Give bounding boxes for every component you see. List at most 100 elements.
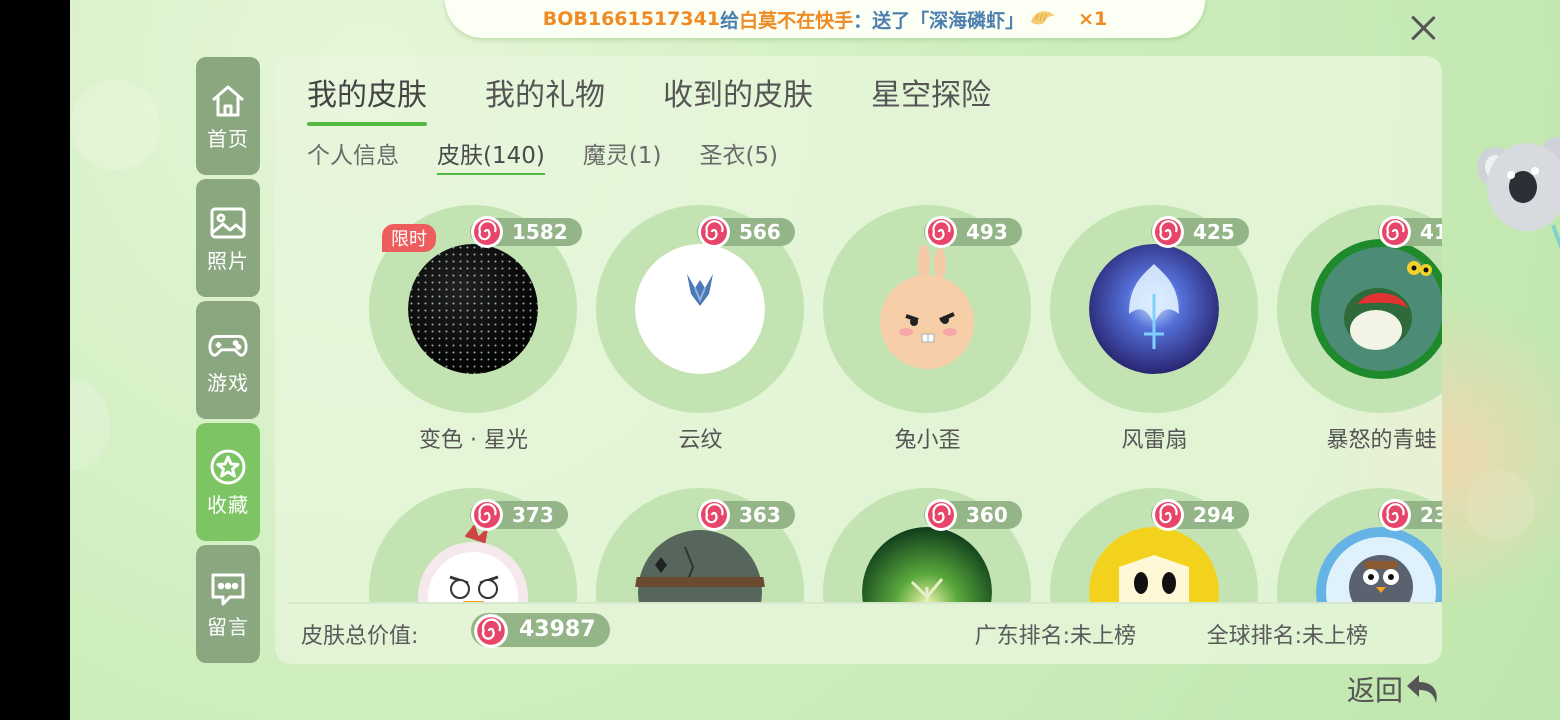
price-pill: 411: [1378, 216, 1442, 248]
sidebar-item-label: 收藏: [207, 492, 249, 517]
skin-name: 云纹: [678, 428, 723, 453]
candy-icon: [1152, 499, 1184, 531]
price-value: 294: [1193, 503, 1235, 527]
tab-starry-adventure[interactable]: 星空探险: [871, 70, 991, 122]
skin-card[interactable]: 232: [1268, 479, 1442, 602]
subtab-skins[interactable]: 皮肤(140): [437, 136, 545, 175]
tab-my-skins[interactable]: 我的皮肤: [307, 70, 427, 126]
home-icon: [208, 81, 248, 121]
bokeh-decoration: [70, 80, 160, 170]
screen: BOB1661517341 给 白莫不在快手 ：送了 「深海磷虾」 ×1 首页 …: [70, 0, 1560, 720]
price-value: 232: [1420, 503, 1442, 527]
global-rank: 全球排名:未上榜: [1206, 624, 1368, 649]
total-value: 43987: [519, 617, 596, 642]
price-value: 363: [739, 503, 781, 527]
candy-icon: [471, 499, 503, 531]
price-pill: 566: [697, 216, 795, 248]
skin-art-cloud: [635, 244, 765, 374]
banner-gift: 「深海磷虾」: [910, 9, 1025, 32]
tab-received-skins[interactable]: 收到的皮肤: [663, 70, 813, 122]
star-icon: [208, 447, 248, 487]
banner-verb: 给: [720, 9, 740, 32]
bokeh-decoration: [70, 380, 110, 470]
price-pill: 363: [697, 499, 795, 531]
shrimp-icon: [1028, 6, 1058, 33]
skin-art-starlight: [408, 244, 538, 374]
tab-my-gifts[interactable]: 我的礼物: [485, 70, 605, 122]
price-value: 360: [966, 503, 1008, 527]
price-pill: 425: [1151, 216, 1249, 248]
candy-icon: [925, 216, 957, 248]
sidebar-item-photos[interactable]: 照片: [196, 179, 260, 297]
price-value: 566: [739, 220, 781, 244]
main-tabs: 我的皮肤 我的礼物 收到的皮肤 星空探险: [307, 70, 1049, 126]
skin-art-fan: [1089, 244, 1219, 374]
candy-icon: [474, 614, 508, 648]
close-icon[interactable]: [1405, 10, 1441, 46]
skin-card[interactable]: 566 云纹: [587, 196, 814, 456]
subtab-armor[interactable]: 圣衣(5): [699, 136, 778, 173]
skin-card[interactable]: 411 暴怒的青蛙: [1268, 196, 1442, 456]
back-button[interactable]: 返回: [1347, 669, 1443, 709]
subtab-spirits[interactable]: 魔灵(1): [583, 136, 662, 173]
price-pill: 294: [1151, 499, 1249, 531]
sidebar-item-favorites[interactable]: 收藏: [196, 423, 260, 541]
banner-text: ：送了: [853, 9, 911, 32]
skin-card[interactable]: 363: [587, 479, 814, 602]
subtab-profile[interactable]: 个人信息: [307, 136, 399, 173]
banner-count: ×1: [1078, 8, 1108, 30]
price-pill: 493: [924, 216, 1022, 248]
banner-sender: BOB1661517341: [542, 8, 721, 30]
skin-art-bunny: [862, 244, 992, 374]
price-value: 411: [1420, 220, 1442, 244]
candy-icon: [925, 499, 957, 531]
message-icon: [208, 569, 248, 609]
price-pill: 373: [470, 499, 568, 531]
skin-panel: 我的皮肤 我的礼物 收到的皮肤 星空探险 个人信息 皮肤(140) 魔灵(1) …: [275, 56, 1442, 664]
candy-icon: [698, 216, 730, 248]
sidebar-item-home[interactable]: 首页: [196, 57, 260, 175]
sidebar-item-label: 首页: [207, 126, 249, 151]
koala-mascot-icon: [1477, 137, 1560, 248]
skin-name: 风雷扇: [1121, 428, 1188, 453]
banner-target: 白莫不在快手: [739, 9, 854, 32]
skin-card[interactable]: 294: [1041, 479, 1268, 602]
skin-grid: 1582 限时 变色 · 星光 566 云纹 493 兔小歪 425 风雷扇 4…: [275, 196, 1442, 602]
price-pill: 360: [924, 499, 1022, 531]
price-value: 373: [512, 503, 554, 527]
skin-art-bird: [408, 523, 538, 602]
skin-card[interactable]: 360: [814, 479, 1041, 602]
candy-icon: [1379, 216, 1411, 248]
total-value-pill: 43987: [471, 613, 610, 648]
skin-name: 变色 · 星光: [419, 428, 528, 453]
sidebar-item-label: 游戏: [207, 370, 249, 395]
price-value: 493: [966, 220, 1008, 244]
sidebar-item-label: 留言: [207, 614, 249, 639]
price-pill: 232: [1378, 499, 1442, 531]
guangdong-rank: 广东排名:未上榜: [974, 624, 1136, 649]
sub-tabs: 个人信息 皮肤(140) 魔灵(1) 圣衣(5): [307, 136, 816, 175]
candy-icon: [471, 216, 503, 248]
skin-name: 暴怒的青蛙: [1326, 428, 1437, 453]
price-value: 425: [1193, 220, 1235, 244]
skin-card[interactable]: 493 兔小歪: [814, 196, 1041, 456]
candy-icon: [698, 499, 730, 531]
gamepad-icon: [208, 325, 248, 365]
footer-stats: 皮肤总价值: 43987 广东排名:未上榜 全球排名:未上榜: [295, 612, 1368, 652]
sidebar-nav: 首页 照片 游戏 收藏 留言: [196, 57, 260, 667]
footer-divider: [287, 602, 1438, 604]
skin-card[interactable]: 425 风雷扇: [1041, 196, 1268, 456]
gift-banner: BOB1661517341 给 白莫不在快手 ：送了 「深海磷虾」 ×1: [445, 0, 1205, 38]
price-pill: 1582: [470, 216, 582, 248]
skin-art-frog: [1310, 238, 1442, 380]
skin-card[interactable]: 1582 限时 变色 · 星光: [360, 196, 587, 456]
return-arrow-icon: [1407, 675, 1437, 703]
back-label: 返回: [1347, 674, 1404, 707]
candy-icon: [1379, 499, 1411, 531]
price-value: 1582: [512, 220, 568, 244]
skin-card[interactable]: 373: [360, 479, 587, 602]
sidebar-item-messages[interactable]: 留言: [196, 545, 260, 663]
photo-icon: [208, 203, 248, 243]
sidebar-item-games[interactable]: 游戏: [196, 301, 260, 419]
limited-time-badge: 限时: [382, 224, 436, 252]
